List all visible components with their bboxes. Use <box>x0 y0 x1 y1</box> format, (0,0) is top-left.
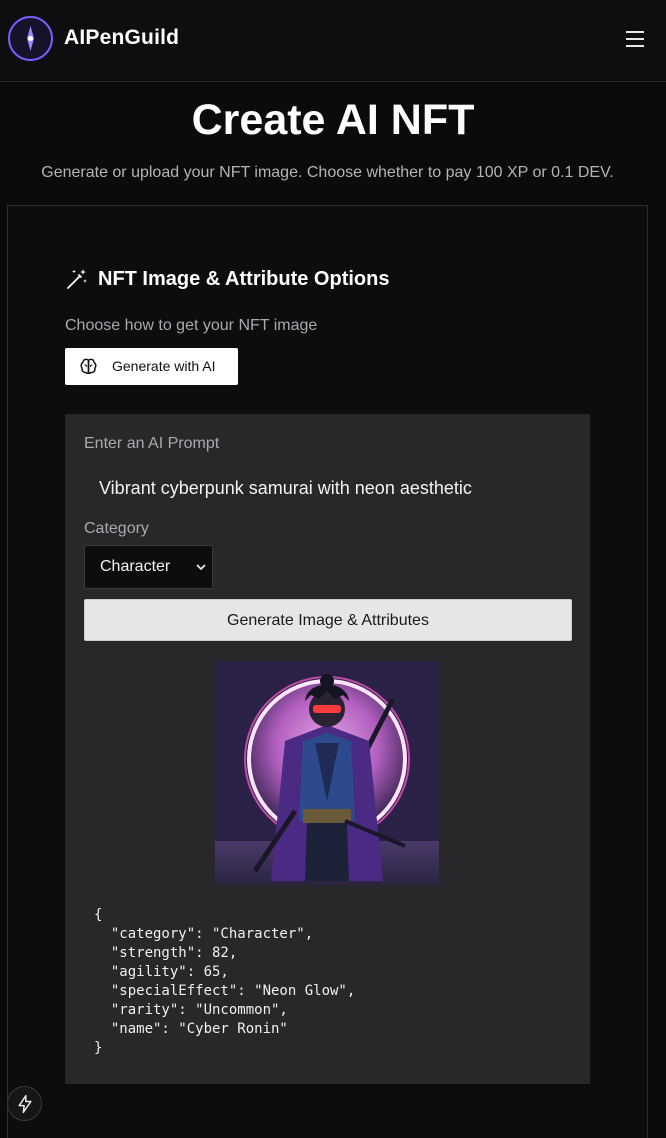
json-line: "specialEffect": "Neon Glow", <box>94 983 356 999</box>
json-line: "category": "Character", <box>94 926 314 942</box>
hamburger-menu-icon[interactable] <box>618 26 652 52</box>
generate-with-ai-button[interactable]: Generate with AI <box>65 348 238 385</box>
attributes-json: { "category": "Character", "strength": 8… <box>94 906 564 1058</box>
json-line: "agility": 65, <box>94 964 229 980</box>
page-subtitle: Generate or upload your NFT image. Choos… <box>41 164 614 181</box>
compass-icon[interactable] <box>8 16 53 61</box>
ai-prompt-panel: Enter an AI Prompt Category Character Ge… <box>65 414 590 1084</box>
json-line: "rarity": "Uncommon", <box>94 1002 288 1018</box>
prompt-input[interactable] <box>84 468 572 508</box>
top-navbar: AIPenGuild <box>0 0 666 82</box>
magic-wand-icon <box>67 269 87 289</box>
choose-image-label: Choose how to get your NFT image <box>65 317 318 334</box>
page-title: Create AI NFT <box>191 96 475 144</box>
category-label: Category <box>84 520 149 537</box>
chevron-down-icon <box>196 564 206 571</box>
prompt-label: Enter an AI Prompt <box>84 435 220 452</box>
json-line: "strength": 82, <box>94 945 238 961</box>
section-title: NFT Image & Attribute Options <box>98 268 390 290</box>
category-select[interactable]: Character <box>84 545 213 589</box>
category-selected-value: Character <box>100 558 171 575</box>
generate-button-label: Generate Image & Attributes <box>227 612 429 629</box>
lightning-bolt-icon[interactable] <box>7 1086 42 1121</box>
json-line: } <box>94 1040 103 1056</box>
brain-icon <box>80 358 97 375</box>
brand-name[interactable]: AIPenGuild <box>64 26 179 50</box>
generated-nft-image <box>215 661 439 885</box>
generate-image-attributes-button[interactable]: Generate Image & Attributes <box>84 599 572 641</box>
json-line: { <box>94 907 103 923</box>
json-line: "name": "Cyber Ronin" <box>94 1021 288 1037</box>
generate-with-ai-label: Generate with AI <box>112 358 216 374</box>
